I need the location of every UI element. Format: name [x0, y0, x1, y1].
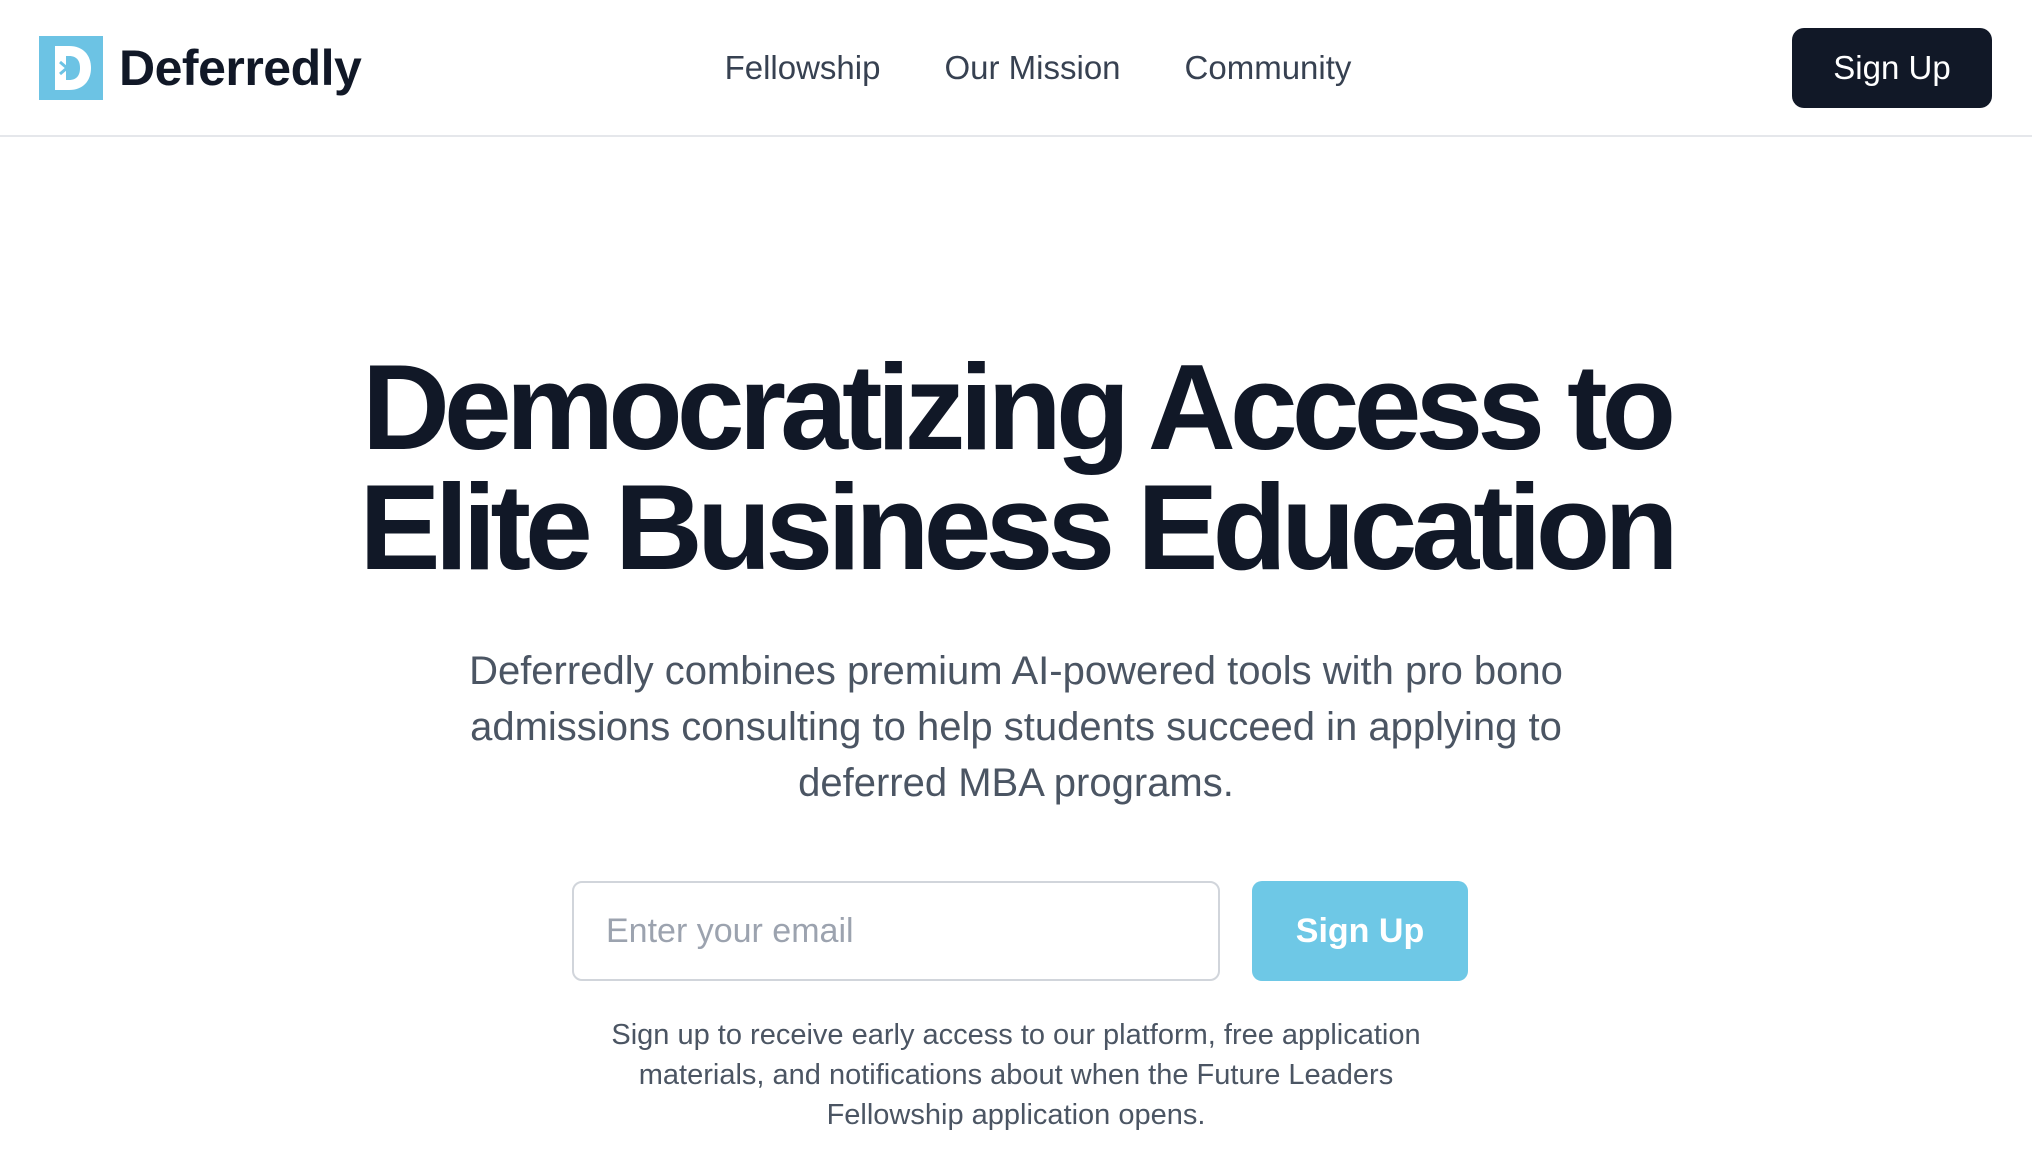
email-signup-form: Sign Up	[0, 881, 2032, 981]
logo-letter-d-icon	[55, 45, 91, 90]
hero-sign-up-button[interactable]: Sign Up	[1252, 881, 1468, 981]
hero-subtitle: Deferredly combines premium AI-powered t…	[469, 649, 1563, 805]
nav-link-our-mission[interactable]: Our Mission	[944, 49, 1120, 87]
header-sign-up-button[interactable]: Sign Up	[1792, 27, 1992, 108]
hero-title-line-1: Democratizing Access to	[361, 339, 1676, 475]
signup-note: Sign up to receive early access to our p…	[611, 1019, 1421, 1131]
hero-section: Democratizing Access to Elite Business E…	[0, 339, 2032, 1135]
brand[interactable]: Deferredly	[39, 35, 362, 100]
hero-title-line-2: Elite Business Education	[359, 459, 1679, 595]
email-field[interactable]	[572, 881, 1220, 981]
nav-link-fellowship[interactable]: Fellowship	[725, 49, 881, 87]
brand-name: Deferredly	[119, 39, 362, 96]
deferredly-logo-icon	[39, 35, 103, 100]
site-header: Deferredly Fellowship Our Mission Commun…	[0, 0, 2032, 137]
hero-title: Democratizing Access to Elite Business E…	[0, 339, 2032, 595]
nav-link-community[interactable]: Community	[1185, 49, 1352, 87]
